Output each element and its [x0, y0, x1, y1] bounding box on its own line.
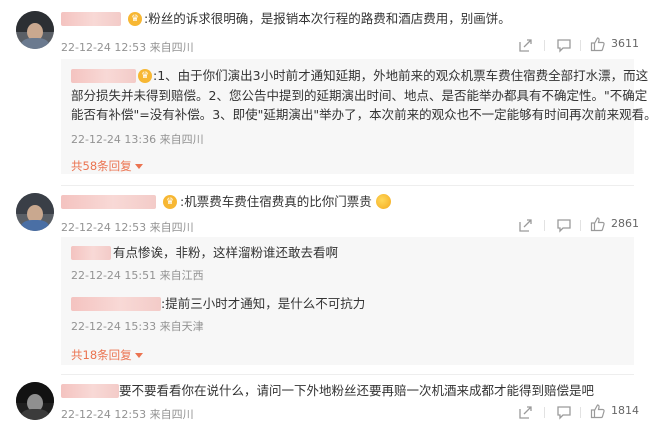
username[interactable] [71, 297, 161, 311]
comment-time: 22-12-24 12:53 来自四川 [61, 221, 194, 234]
vip-badge-icon: ♛ [163, 195, 177, 209]
chevron-down-icon [134, 353, 143, 358]
username[interactable] [61, 384, 119, 398]
reply-text-line: 能否有补偿"=没有补偿。3、即使"延期演出"举办了，本次前来的观众也不一定能够有… [71, 107, 650, 122]
vip-badge-icon: ♛ [128, 12, 142, 26]
divider [544, 40, 545, 51]
thumbs-up-icon[interactable] [590, 403, 606, 419]
username[interactable] [61, 195, 156, 209]
username[interactable] [61, 12, 121, 26]
share-icon[interactable] [518, 404, 534, 420]
divider [544, 220, 545, 231]
reply-section: ♛ :1、由于你们演出3小时前才通知延期，外地前来的观众机票车费住宿费全部打水漂… [61, 59, 650, 174]
comment-text: :粉丝的诉求很明确，是报销本次行程的路费和酒店费用，别画饼。 [144, 11, 511, 26]
comment-time: 22-12-24 12:53 来自四川 [61, 41, 194, 54]
divider [580, 220, 581, 231]
more-replies-link[interactable]: 共58条回复 [71, 158, 143, 174]
comment-text: 要不要看看你在说什么，请问一下外地粉丝还要再赔一次机酒来成都才能得到赔偿是吧 [119, 383, 595, 398]
reply-time: 22-12-24 15:33 来自天津 [71, 320, 204, 333]
emoji-icon [375, 194, 391, 209]
reply-section: 有点惨诶，非粉，这样溜粉谁还敢去看啊 22-12-24 15:51 来自江西 :… [61, 237, 634, 365]
comment-text: :机票费车费住宿费真的比你门票贵 [180, 193, 391, 211]
like-count: 3611 [611, 37, 639, 50]
divider [61, 185, 634, 186]
reply-text: :提前三小时才通知，是什么不可抗力 [161, 296, 366, 311]
like-count: 2861 [611, 217, 639, 230]
like-count: 1814 [611, 404, 639, 417]
reply-text: 有点惨诶，非粉，这样溜粉谁还敢去看啊 [113, 245, 339, 260]
reply-time: 22-12-24 13:36 来自四川 [71, 133, 204, 146]
comment-icon[interactable] [556, 217, 572, 233]
reply-time: 22-12-24 15:51 来自江西 [71, 269, 204, 282]
username[interactable] [71, 246, 111, 260]
reply-text-line: 部分损失并未得到赔偿。2、您公告中提到的延期演出时间、地点、是否能举办都具有不确… [71, 88, 648, 103]
comment-icon[interactable] [556, 404, 572, 420]
divider [580, 407, 581, 418]
vip-badge-icon: ♛ [138, 69, 152, 83]
thumbs-up-icon[interactable] [590, 216, 606, 232]
reply-text-line: :1、由于你们演出3小时前才通知延期，外地前来的观众机票车费住宿费全部打水漂，而… [153, 68, 649, 83]
avatar[interactable] [16, 11, 54, 49]
avatar[interactable] [16, 193, 54, 231]
more-replies-link[interactable]: 共18条回复 [71, 347, 143, 363]
comment-icon[interactable] [556, 37, 572, 53]
divider [61, 374, 634, 375]
share-icon[interactable] [518, 217, 534, 233]
comment-time: 22-12-24 12:53 来自四川 [61, 408, 194, 421]
divider [580, 40, 581, 51]
share-icon[interactable] [518, 37, 534, 53]
thumbs-up-icon[interactable] [590, 36, 606, 52]
chevron-down-icon [134, 164, 143, 169]
divider [544, 407, 545, 418]
username[interactable] [71, 69, 136, 83]
avatar[interactable] [16, 382, 54, 420]
